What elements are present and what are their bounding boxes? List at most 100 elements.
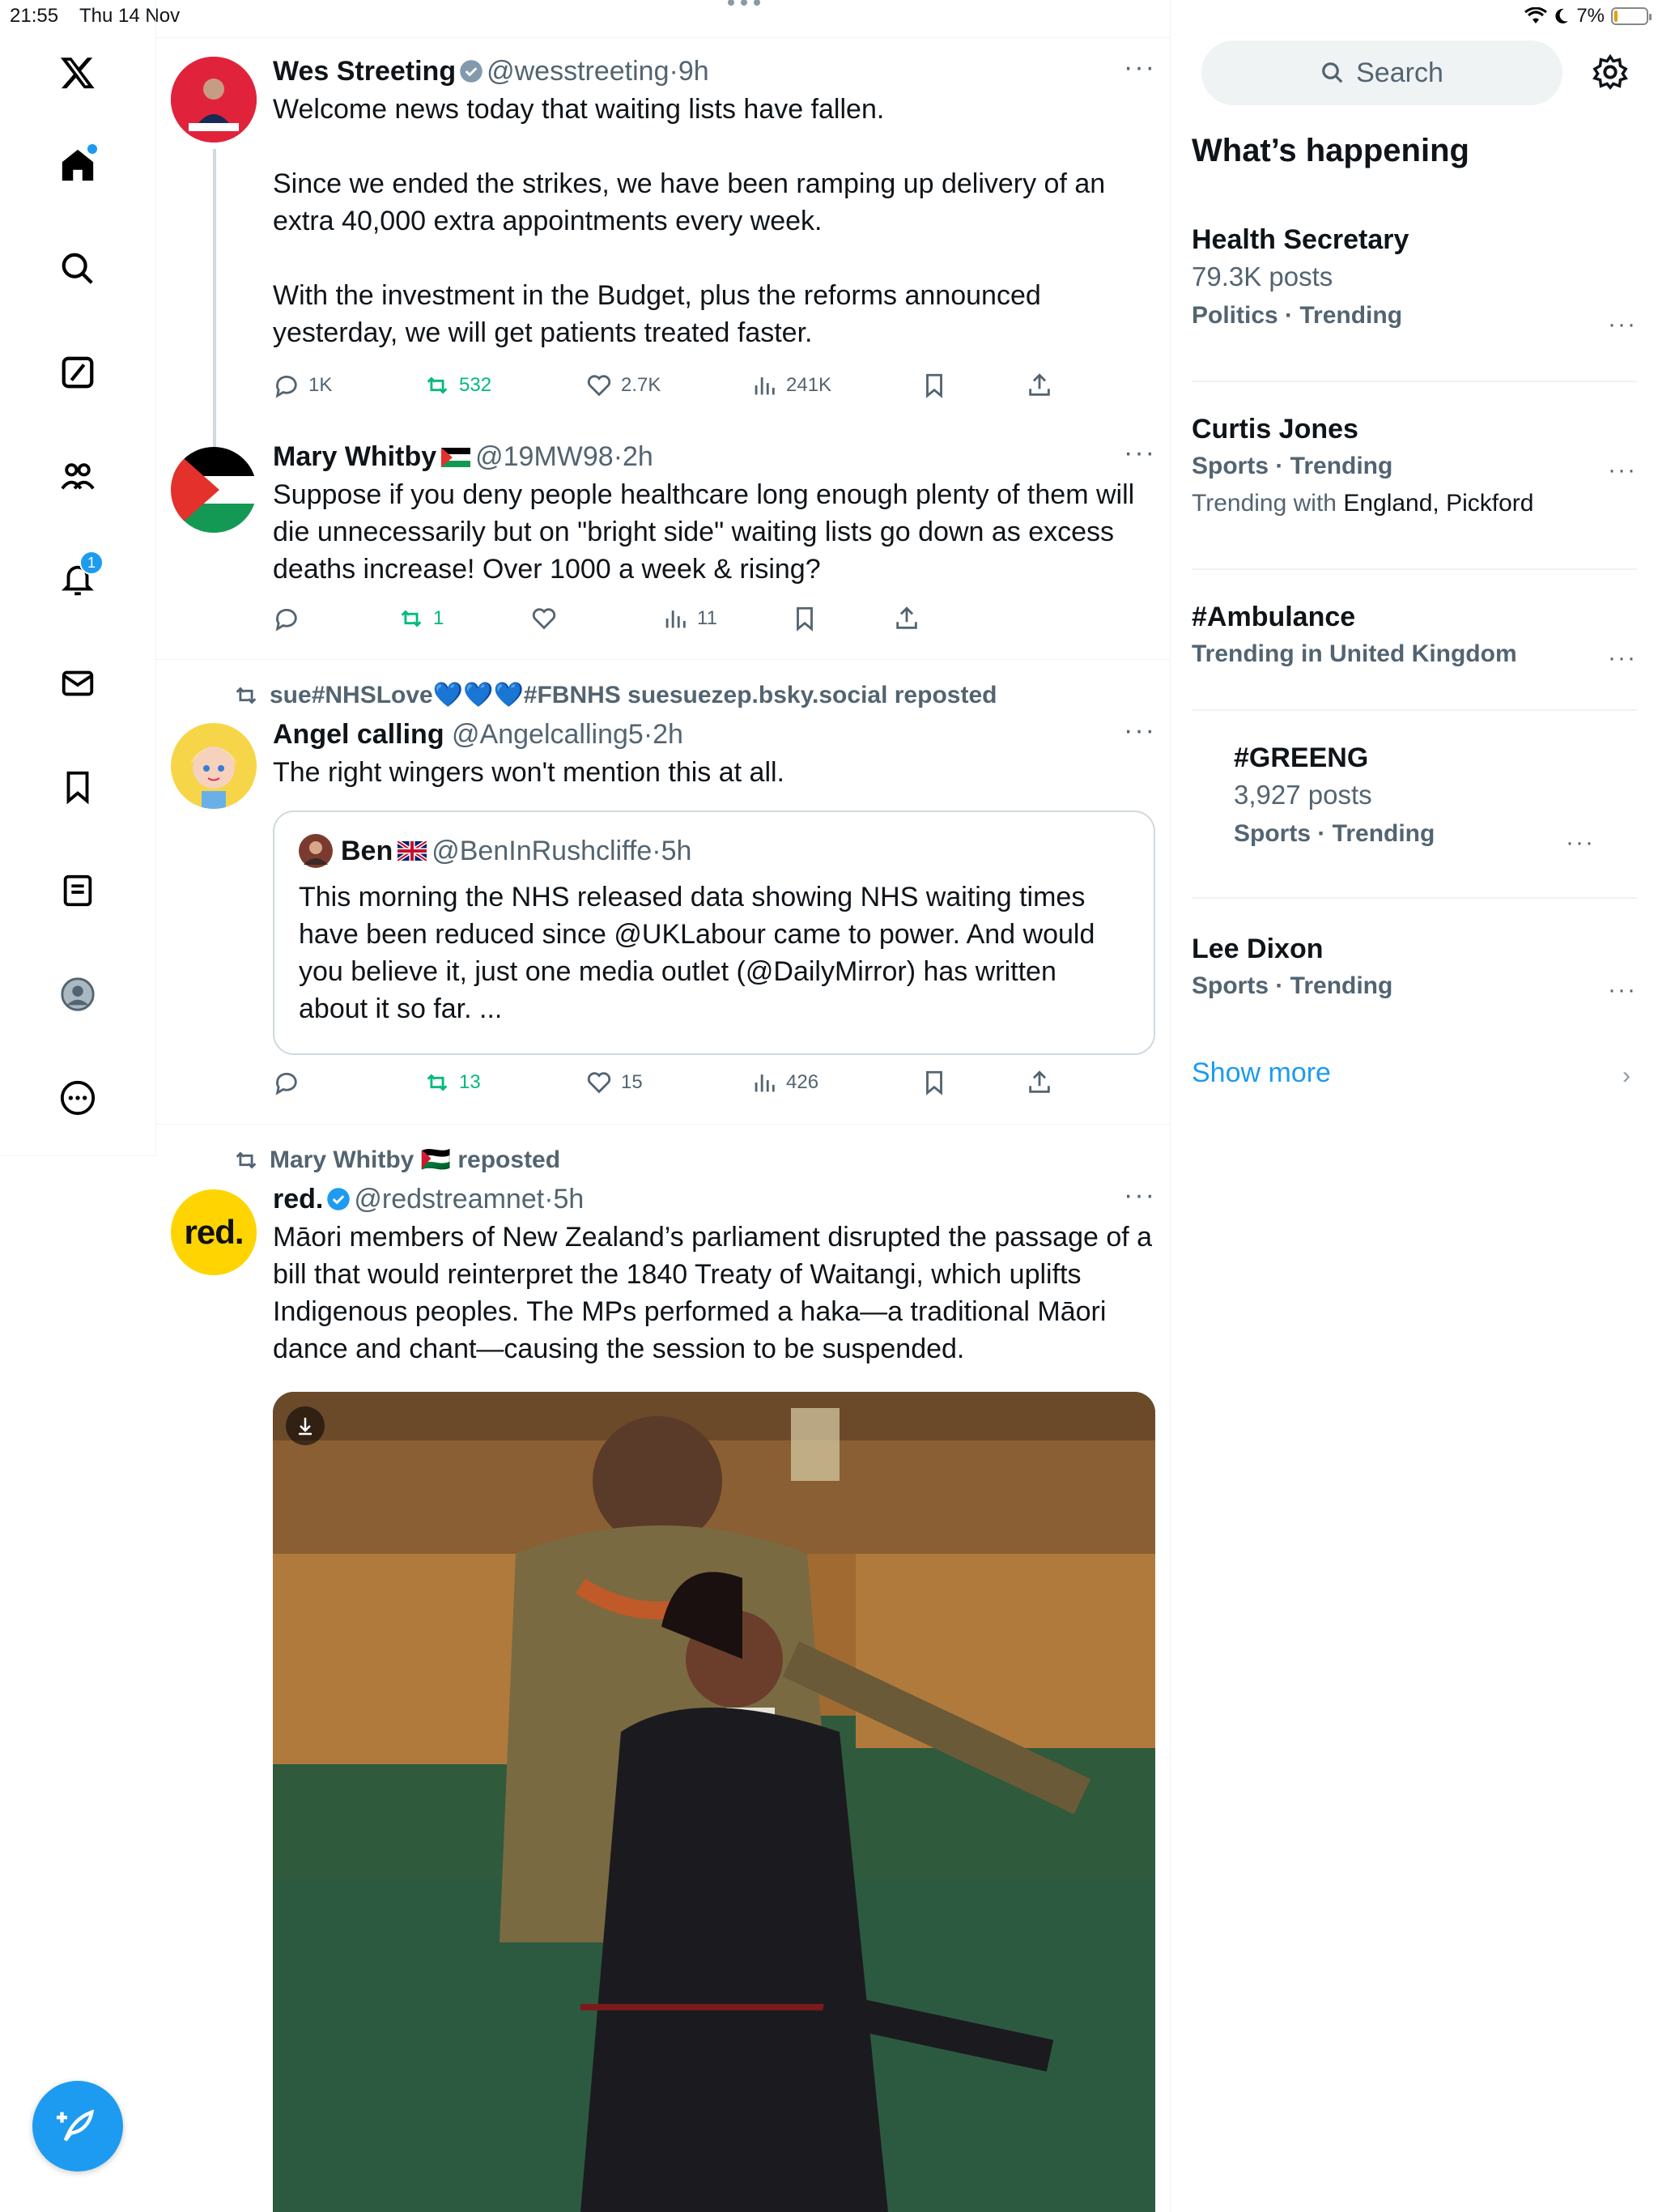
tweet-header: Mary Whitby @19MW98·2h — [273, 439, 1155, 474]
thread-connector — [213, 149, 216, 481]
heart-icon — [532, 608, 556, 630]
timestamp[interactable]: ·2h — [644, 719, 683, 750]
tweet-actions: 13 15 426 — [273, 1065, 1082, 1100]
bookmark-button[interactable] — [920, 368, 948, 403]
nav-search[interactable] — [42, 233, 113, 304]
tweet-video[interactable] — [273, 1392, 1155, 2212]
avatar[interactable] — [171, 57, 257, 143]
trend-item[interactable]: Curtis Jones Sports · Trending Trending … — [1192, 411, 1637, 521]
like-button[interactable]: 15 — [585, 1065, 643, 1100]
trend-name: Lee Dixon — [1192, 934, 1324, 964]
trend-more-icon[interactable]: ··· — [1608, 457, 1637, 484]
share-icon — [1029, 373, 1050, 396]
bookmark-icon — [797, 606, 813, 632]
heart-icon — [587, 375, 611, 397]
nav-home[interactable] — [42, 130, 113, 201]
display-name[interactable]: red. — [273, 1184, 323, 1214]
display-name[interactable]: Angel calling — [273, 719, 444, 750]
nav-bookmarks[interactable] — [42, 751, 113, 823]
trend-more-icon[interactable]: ··· — [1608, 311, 1637, 338]
communities-icon — [61, 463, 95, 490]
trend-more-icon[interactable]: ··· — [1608, 644, 1637, 672]
trend-item[interactable]: #GREENG 3,927 posts Sports · Trending ··… — [1234, 740, 1595, 856]
profile-icon — [61, 977, 95, 1011]
share-button[interactable] — [1026, 1065, 1053, 1100]
handle[interactable]: @wesstreeting — [487, 56, 669, 87]
quoted-tweet-header: Ben @BenInRushcliffe ·5h — [299, 833, 691, 869]
handle[interactable]: @19MW98 — [475, 441, 614, 472]
handle[interactable]: @redstreamnet — [354, 1184, 544, 1214]
views-button[interactable]: 11 — [661, 601, 717, 636]
tweet-actions: 1K 532 2.7K 241K — [273, 368, 1082, 403]
quoted-tweet[interactable]: Ben @BenInRushcliffe ·5h This morning the… — [273, 810, 1155, 1055]
timestamp[interactable]: ·9h — [670, 56, 709, 87]
reply-button[interactable]: 1K — [273, 368, 332, 403]
repost-button[interactable]: 13 — [423, 1065, 481, 1100]
tweet-header: Angel calling @Angelcalling5·2h — [273, 717, 1155, 752]
like-count: 2.7K — [621, 374, 661, 396]
nav-messages[interactable] — [42, 648, 113, 719]
share-button[interactable] — [893, 601, 920, 636]
bookmark-button[interactable] — [791, 601, 818, 636]
nav-grok[interactable] — [42, 337, 113, 408]
x-logo-icon[interactable] — [42, 37, 113, 108]
trend-name: Curtis Jones — [1192, 414, 1358, 445]
trend-meta: Trending in United Kingdom — [1192, 640, 1517, 667]
repost-context[interactable]: Mary Whitby 🇵🇸 reposted — [232, 1146, 560, 1174]
timestamp[interactable]: ·2h — [614, 441, 653, 472]
settings-gear-icon[interactable] — [1592, 53, 1629, 91]
previous-tweet-actions — [273, 0, 1082, 11]
reply-button[interactable] — [273, 1065, 300, 1100]
display-name[interactable]: Wes Streeting — [273, 56, 456, 87]
divider — [1192, 568, 1637, 570]
more-options-icon[interactable]: ··· — [1124, 1180, 1156, 1211]
chevron-right-icon[interactable]: › — [1622, 1062, 1630, 1090]
trend-item[interactable]: Health Secretary 79.3K posts Politics · … — [1192, 222, 1637, 338]
share-button[interactable] — [1026, 368, 1053, 403]
tweet-header: Wes Streeting @wesstreeting·9h — [273, 53, 1155, 89]
more-options-icon[interactable]: ··· — [1124, 52, 1156, 83]
uk-flag-icon — [397, 841, 427, 861]
tweet-header: red. @redstreamnet·5h — [273, 1181, 1155, 1217]
compose-post-button[interactable] — [32, 2081, 123, 2172]
reply-button[interactable] — [273, 601, 300, 636]
nav-notifications[interactable]: 1 — [42, 544, 113, 615]
like-button[interactable]: 2.7K — [585, 368, 661, 403]
views-button[interactable]: 241K — [750, 368, 831, 403]
nav-communities[interactable] — [42, 440, 113, 512]
reply-icon — [275, 375, 297, 398]
trend-item[interactable]: Lee Dixon Sports · Trending ··· — [1192, 931, 1637, 1006]
avatar-palestine-flag — [171, 447, 257, 533]
nav-lists[interactable] — [42, 855, 113, 926]
display-name[interactable]: Mary Whitby — [273, 441, 436, 472]
more-dots-icon[interactable] — [726, 0, 762, 8]
avatar[interactable] — [171, 723, 257, 809]
trend-with-items: England, Pickford — [1343, 490, 1534, 517]
views-chart-icon — [665, 610, 686, 628]
trend-more-icon[interactable]: ··· — [1566, 829, 1595, 857]
more-options-icon[interactable]: ··· — [1124, 437, 1156, 469]
like-button[interactable] — [530, 601, 558, 636]
trend-meta: Politics · Trending — [1192, 302, 1403, 329]
repost-context-text: sue#NHSLove💙💙💙#FBNHS suesuezep.bsky.soci… — [270, 682, 997, 708]
avatar[interactable]: red. — [171, 1189, 257, 1275]
timestamp[interactable]: ·5h — [544, 1184, 584, 1214]
handle[interactable]: @Angelcalling5 — [452, 719, 644, 750]
trend-more-icon[interactable]: ··· — [1608, 976, 1637, 1004]
trend-item[interactable]: #Ambulance Trending in United Kingdom ··… — [1192, 599, 1637, 674]
trend-posts: 3,927 posts — [1234, 780, 1372, 810]
avatar[interactable] — [171, 447, 257, 533]
show-more-link[interactable]: Show more — [1192, 1057, 1331, 1089]
repost-count: 532 — [459, 374, 492, 396]
bookmark-button[interactable] — [920, 1065, 948, 1100]
repost-button[interactable]: 532 — [423, 368, 491, 403]
search-input[interactable]: Search — [1201, 40, 1562, 105]
views-button[interactable]: 426 — [750, 1065, 818, 1100]
repost-icon — [236, 1151, 257, 1169]
more-options-icon[interactable]: ··· — [1124, 715, 1156, 747]
repost-count: 13 — [459, 1071, 481, 1093]
repost-button[interactable]: 1 — [397, 601, 444, 636]
repost-context[interactable]: sue#NHSLove💙💙💙#FBNHS suesuezep.bsky.soci… — [232, 681, 997, 709]
nav-more[interactable] — [42, 1062, 113, 1134]
nav-profile[interactable] — [42, 959, 113, 1030]
